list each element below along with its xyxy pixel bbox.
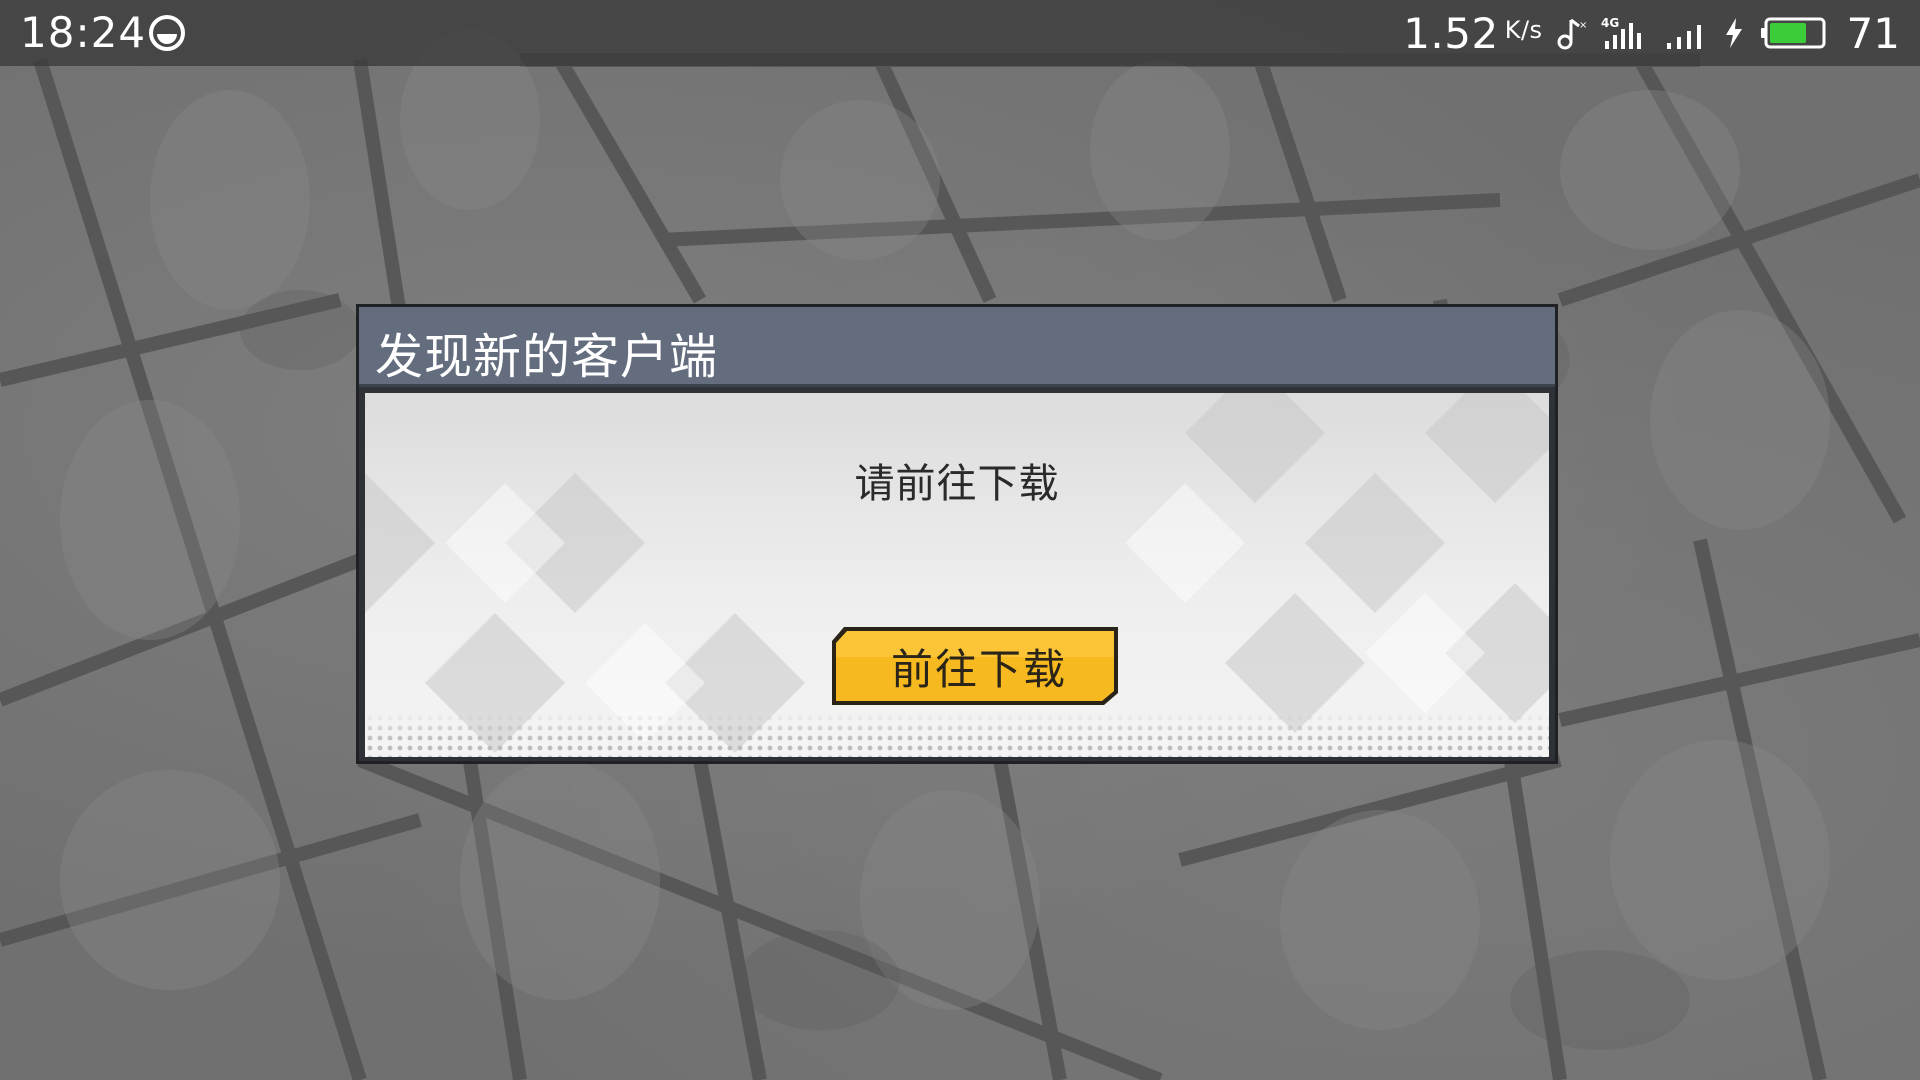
battery-icon	[1760, 17, 1826, 49]
dialog-message: 请前往下载	[854, 461, 1060, 507]
status-right-group: 1.52 K/s × 4G 71	[1403, 0, 1900, 66]
network-type-label: 4G	[1601, 16, 1619, 30]
status-bar: 18:24 1.52 K/s × 4G 71	[0, 0, 1920, 66]
dialog-title: 发现新的客户端	[375, 329, 719, 385]
network-speed-value: 1.52	[1403, 8, 1499, 58]
svg-text:×: ×	[1579, 20, 1587, 31]
sync-circle-icon	[149, 15, 185, 51]
music-note-icon: ×	[1557, 18, 1587, 50]
network-speed: 1.52 K/s	[1403, 9, 1542, 58]
dotted-footer-band	[365, 713, 1549, 757]
go-download-button[interactable]: 前往下载	[830, 625, 1120, 707]
charging-bolt-icon	[1725, 18, 1742, 48]
dialog-header: 发现新的客户端	[359, 307, 1555, 387]
cellular-signal-icon	[1666, 25, 1701, 49]
dialog-body: 请前往下载 前往下载	[365, 393, 1549, 757]
4g-signal-icon: 4G	[1601, 16, 1641, 49]
battery-fill	[1769, 23, 1806, 43]
new-client-dialog: 发现新的客户端 请前往下载 前往下载	[356, 304, 1558, 764]
battery-level: 71	[1846, 8, 1900, 58]
go-download-label: 前往下载	[890, 644, 1067, 694]
status-time: 18:24	[20, 8, 147, 57]
network-speed-unit: K/s	[1504, 15, 1543, 44]
